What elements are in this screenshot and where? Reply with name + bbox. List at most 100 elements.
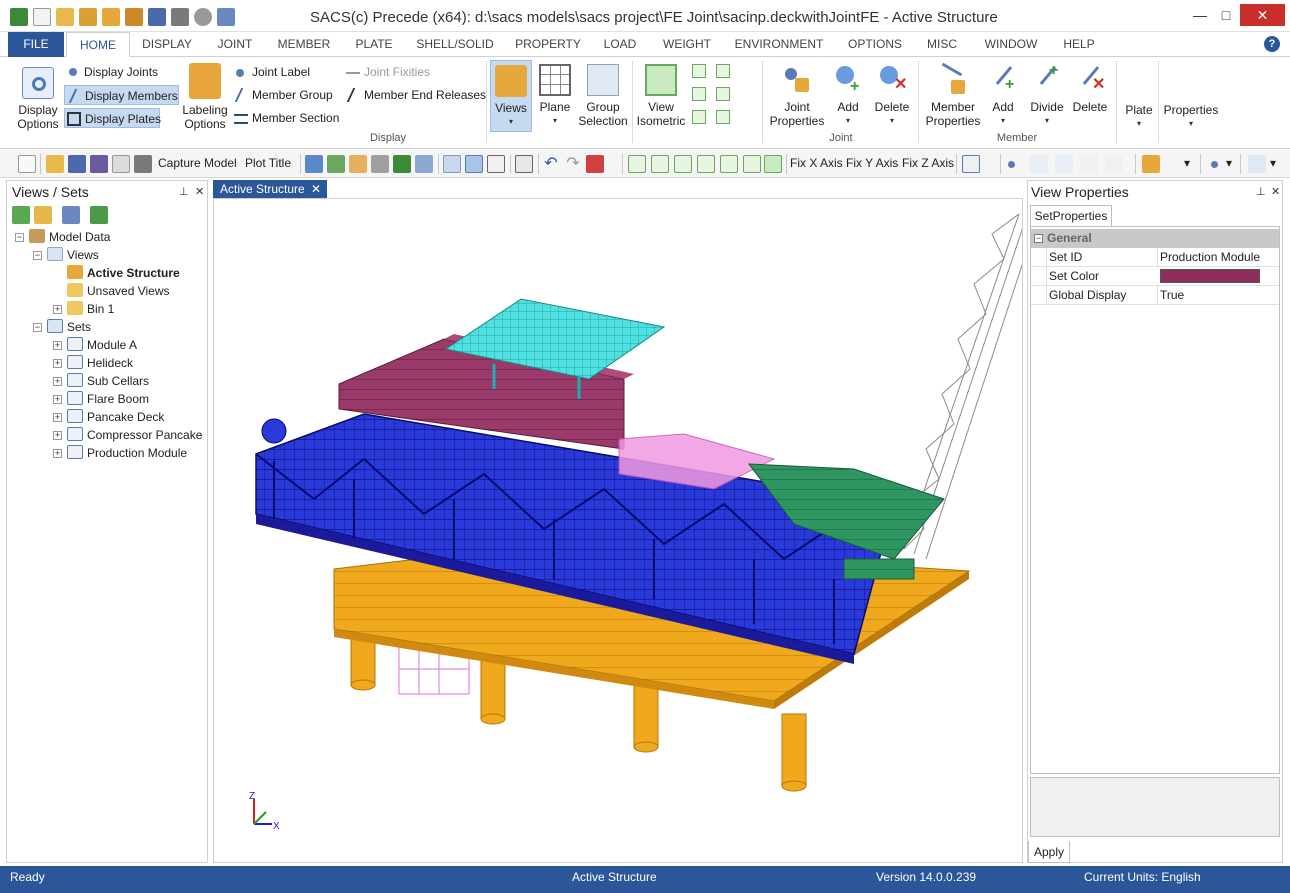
category-general[interactable]: − General — [1031, 229, 1279, 248]
display-options-button[interactable]: Display Options — [14, 67, 62, 131]
tree-item-set[interactable]: Helideck — [67, 354, 133, 372]
tab-file[interactable]: FILE — [8, 32, 64, 57]
save-as-icon[interactable] — [90, 155, 108, 173]
cube-view-4-icon[interactable] — [697, 155, 715, 173]
cube-view-5-icon[interactable] — [720, 155, 738, 173]
jar-icon[interactable] — [125, 8, 143, 26]
open-recent-icon[interactable] — [102, 8, 120, 26]
tab-display[interactable]: DISPLAY — [136, 32, 198, 57]
member-section-button[interactable]: Member Section — [232, 108, 339, 128]
pan-hand-icon[interactable] — [349, 155, 367, 173]
cube-view-6-icon[interactable] — [743, 155, 761, 173]
labeling-dropdown-icon[interactable]: ▾ — [1184, 156, 1190, 170]
structure-model-view[interactable]: Z X — [214, 199, 1023, 863]
set-expand-icon[interactable]: + — [53, 449, 62, 458]
tab-load[interactable]: LOAD — [596, 32, 644, 57]
properties-dropdown-button[interactable]: Properties ▾ — [1160, 103, 1222, 131]
window-layout-icon[interactable] — [962, 155, 980, 173]
new-file-icon[interactable] — [33, 8, 51, 26]
save-icon[interactable] — [148, 8, 166, 26]
member-end-releases-button[interactable]: Member End Releases — [344, 85, 486, 105]
member-divide-button[interactable]: + Divide ▾ — [1026, 63, 1068, 128]
plane-button[interactable]: Plane ▾ — [535, 64, 575, 128]
tab-set-properties[interactable]: SetProperties — [1030, 205, 1112, 226]
tree-item-set[interactable]: Flare Boom — [67, 390, 149, 408]
display-joints-button[interactable]: Display Joints — [64, 62, 158, 82]
add-folder-icon[interactable] — [34, 206, 52, 224]
tab-shell-solid[interactable]: SHELL/SOLID — [412, 32, 498, 57]
view-bottom-cube-icon[interactable] — [716, 110, 730, 124]
open-folder-icon[interactable] — [56, 8, 74, 26]
display-members-button[interactable]: Display Members — [64, 85, 179, 105]
member-properties-button[interactable]: Member Properties — [922, 62, 984, 128]
capture-model-button[interactable]: Capture Model — [158, 156, 237, 170]
close-pane-icon[interactable]: ✕ — [1271, 181, 1280, 203]
view-back-cube-icon[interactable] — [716, 64, 730, 78]
group-selection-button[interactable]: Group Selection — [578, 64, 628, 128]
open-icon[interactable] — [46, 155, 64, 173]
close-pane-icon[interactable]: ✕ — [195, 181, 204, 203]
collapse-icon[interactable]: − — [1034, 234, 1043, 243]
set-expand-icon[interactable]: + — [53, 395, 62, 404]
property-row-set-color[interactable]: Set Color — [1031, 267, 1279, 286]
member-delete-button[interactable]: ✕ Delete — [1070, 64, 1110, 114]
view-isometric-button[interactable]: View Isometric — [634, 64, 688, 128]
display-joints-toolbar-icon[interactable] — [1206, 155, 1224, 173]
display-dropdown-icon[interactable]: ▾ — [1226, 156, 1232, 170]
tab-weight[interactable]: WEIGHT — [656, 32, 718, 57]
delete-selection-icon[interactable] — [586, 155, 604, 173]
tab-member[interactable]: MEMBER — [270, 32, 338, 57]
labeling-options-button[interactable]: Labeling Options — [180, 63, 230, 131]
add-set-icon[interactable] — [62, 206, 80, 224]
fix-z-axis-button[interactable]: Fix Z Axis — [902, 156, 954, 170]
zoom-extents-icon[interactable] — [487, 155, 505, 173]
save-icon[interactable] — [68, 155, 86, 173]
export-icon[interactable] — [217, 8, 235, 26]
close-tab-icon[interactable]: ✕ — [311, 180, 321, 198]
redraw-icon[interactable] — [393, 155, 411, 173]
joint-delete-button[interactable]: ✕ Delete ▾ — [872, 64, 912, 128]
settings-gear-icon[interactable] — [194, 8, 212, 26]
minimize-button[interactable]: — — [1186, 4, 1214, 26]
undo-icon[interactable]: ↶ — [542, 155, 560, 173]
tree-item-set[interactable]: Production Module — [67, 444, 187, 462]
labeling-toolbar-icon[interactable] — [1142, 155, 1160, 173]
set-expand-icon[interactable]: + — [53, 413, 62, 422]
tab-options[interactable]: OPTIONS — [840, 32, 910, 57]
close-window-button[interactable]: ✕ — [1240, 4, 1285, 26]
tab-plate[interactable]: PLATE — [346, 32, 402, 57]
tab-environment[interactable]: ENVIRONMENT — [730, 32, 828, 57]
apply-button[interactable]: Apply — [1028, 841, 1070, 863]
tree-item-model-data[interactable]: Model Data — [29, 228, 110, 246]
view-front-cube-icon[interactable] — [692, 64, 706, 78]
joint-label-button[interactable]: Joint Label — [232, 62, 310, 82]
member-group-button[interactable]: Member Group — [232, 85, 333, 105]
cube-view-2-icon[interactable] — [651, 155, 669, 173]
view-right-cube-icon[interactable] — [716, 87, 730, 101]
plot-title-button[interactable]: Plot Title — [245, 156, 291, 170]
new-icon[interactable] — [18, 155, 36, 173]
bin1-expand-icon[interactable]: + — [53, 305, 62, 314]
zoom-selected-icon[interactable] — [465, 155, 483, 173]
view-left-cube-icon[interactable] — [692, 87, 706, 101]
joint-label-toolbar-icon[interactable] — [1005, 155, 1023, 173]
property-row-set-id[interactable]: Set ID Production Module — [1031, 248, 1279, 267]
tab-joint[interactable]: JOINT — [208, 32, 262, 57]
selection-dropdown-icon[interactable]: ▾ — [1270, 156, 1276, 170]
display-plates-button[interactable]: Display Plates — [64, 108, 161, 128]
selection-toolbar-icon[interactable] — [1248, 155, 1266, 173]
tab-active-structure[interactable]: Active Structure ✕ — [213, 180, 327, 198]
tree-item-views[interactable]: Views — [47, 246, 99, 264]
add-view-icon[interactable] — [12, 206, 30, 224]
help-icon[interactable]: ? — [1264, 36, 1280, 52]
refresh-view-icon[interactable] — [305, 155, 323, 173]
fix-y-axis-button[interactable]: Fix Y Axis — [846, 156, 898, 170]
joint-fixities-button[interactable]: Joint Fixities — [344, 62, 430, 82]
view-top-cube-icon[interactable] — [692, 110, 706, 124]
redo-icon[interactable]: ↷ — [564, 155, 582, 173]
views-collapse-icon[interactable]: − — [33, 251, 42, 260]
property-row-global-display[interactable]: Global Display True — [1031, 286, 1279, 305]
open-model-icon[interactable] — [79, 8, 97, 26]
app-icon[interactable] — [10, 8, 28, 26]
tree-item-bin1[interactable]: Bin 1 — [67, 300, 114, 318]
